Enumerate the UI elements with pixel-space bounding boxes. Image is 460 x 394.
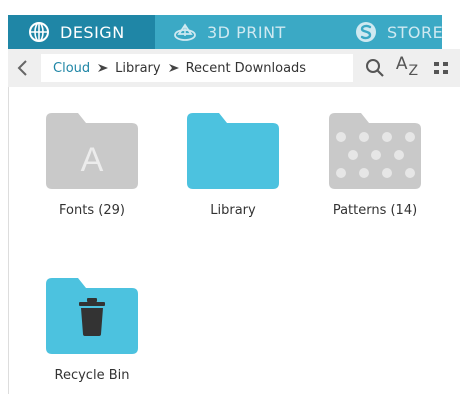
top-tab-bar: DESIGN 3D PRINT STORE xyxy=(8,15,444,49)
sort-z-letter: Z xyxy=(408,63,419,79)
tab-3d-print[interactable]: 3D PRINT xyxy=(155,15,323,49)
3d-print-icon xyxy=(173,21,197,43)
breadcrumb-separator-icon xyxy=(168,64,179,72)
folder-patterns[interactable]: Patterns (14) xyxy=(315,113,435,218)
patterns-folder-icon xyxy=(329,113,421,189)
tab-store[interactable]: STORE xyxy=(323,15,444,49)
folder-label: Patterns (14) xyxy=(332,203,418,218)
sort-a-letter: A xyxy=(395,54,408,74)
trash-icon xyxy=(46,278,138,354)
tab-design[interactable]: DESIGN xyxy=(8,15,155,49)
tab-design-label: DESIGN xyxy=(60,22,125,42)
folder-fonts[interactable]: A Fonts (29) xyxy=(32,113,152,218)
panel-edge-divider xyxy=(8,87,9,394)
breadcrumb-separator-icon xyxy=(98,64,109,72)
folder-label: Fonts (29) xyxy=(59,203,125,218)
fonts-folder-icon: A xyxy=(46,113,138,189)
breadcrumb-cloud[interactable]: Cloud xyxy=(53,61,90,76)
chevron-left-icon[interactable] xyxy=(10,56,34,80)
library-folder-icon xyxy=(187,113,279,189)
breadcrumb: Cloud Library Recent Downloads xyxy=(41,54,353,82)
sort-az-icon[interactable]: AZ xyxy=(395,54,419,80)
folder-library[interactable]: Library xyxy=(173,113,293,218)
folder-label: Library xyxy=(210,203,256,218)
grid-view-icon[interactable] xyxy=(429,56,453,80)
store-logo-icon xyxy=(355,21,377,43)
fonts-glyph: A xyxy=(81,141,104,179)
search-icon[interactable] xyxy=(363,56,387,80)
folder-label: Recycle Bin xyxy=(54,368,130,383)
tab-store-label: STORE xyxy=(387,22,444,42)
folder-recycle-bin[interactable]: Recycle Bin xyxy=(32,278,152,383)
tab-3d-print-label: 3D PRINT xyxy=(207,22,286,42)
breadcrumb-recent-downloads[interactable]: Recent Downloads xyxy=(186,61,306,76)
globe-icon xyxy=(28,21,50,43)
library-toolbar: Cloud Library Recent Downloads AZ xyxy=(8,49,460,87)
breadcrumb-library[interactable]: Library xyxy=(115,61,160,76)
